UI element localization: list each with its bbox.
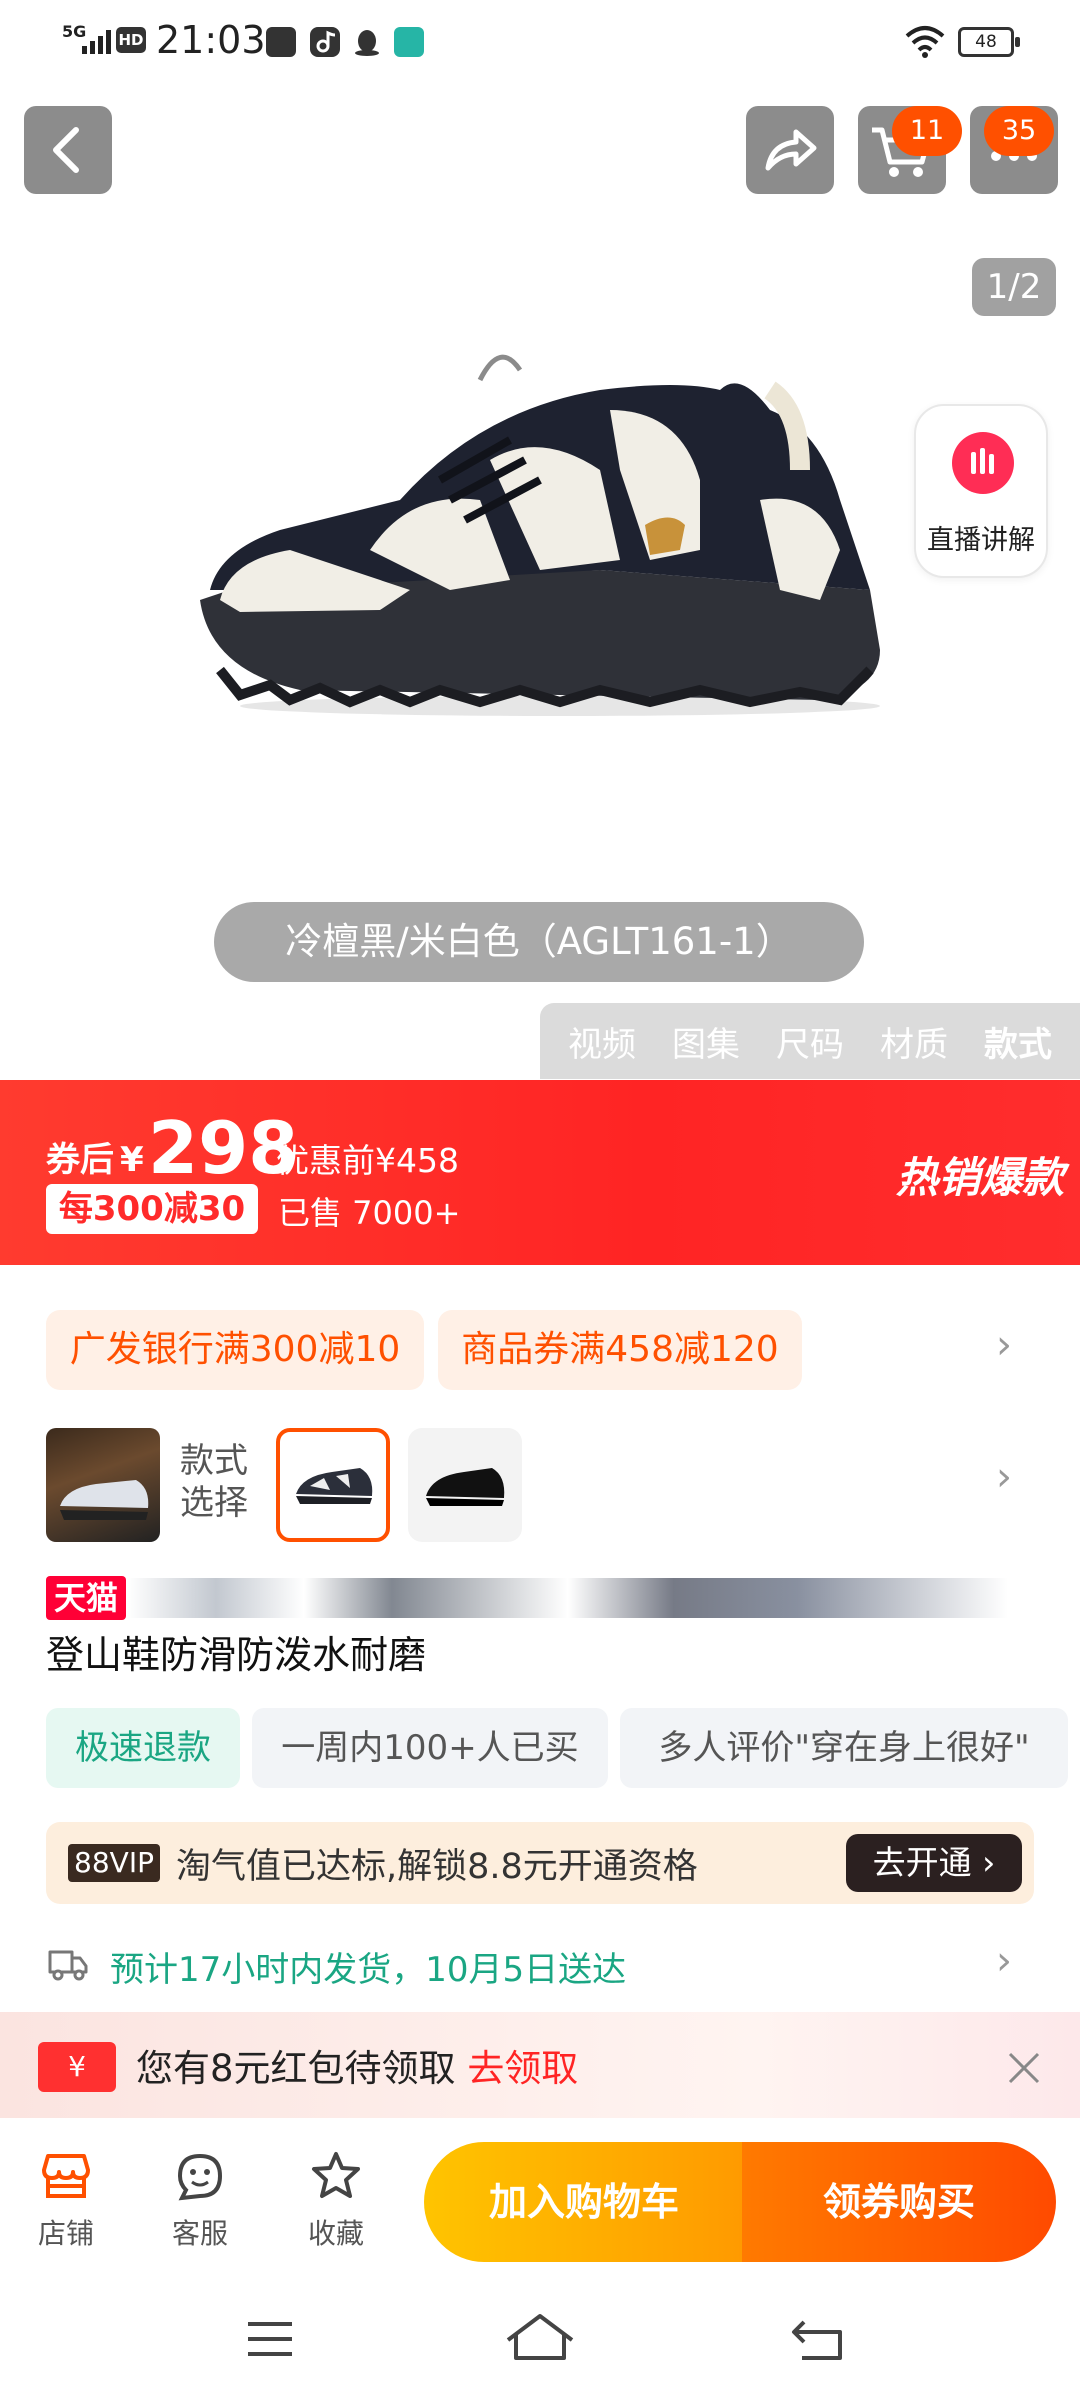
app-notification-icon (266, 27, 296, 57)
bank-coupon[interactable]: 广发银行满300减10 (46, 1310, 424, 1390)
vip-text: 淘气值已达标,解锁8.8元开通资格 (176, 1847, 698, 1887)
wifi-icon (905, 26, 945, 58)
claim-link[interactable]: 去领取 (467, 2047, 578, 2090)
red-packet-bar: ¥ 您有8元红包待领取 去领取 (0, 2012, 1080, 2118)
tab-size[interactable]: 尺码 (776, 1017, 844, 1066)
vip-logo: 88VIP (68, 1844, 160, 1882)
title-redacted-band (128, 1578, 1008, 1618)
vip-open-button[interactable]: 去开通 › (846, 1834, 1022, 1892)
promo-chip: 每300减30 (46, 1184, 258, 1234)
home-icon[interactable] (504, 2310, 576, 2366)
clock: 21:03 (156, 18, 266, 62)
shop-thumbnail[interactable] (46, 1428, 160, 1542)
tag-fast-refund: 极速退款 (46, 1708, 240, 1788)
style-select-label: 款式 选择 (180, 1441, 248, 1523)
tab-gallery[interactable]: 图集 (672, 1017, 740, 1066)
tag-weekly-buyers: 一周内100+人已买 (252, 1708, 608, 1788)
sold-count: 已售 7000+ (278, 1194, 461, 1232)
message-count-badge: 35 (984, 106, 1054, 156)
status-bar: 5G HD 21:03 48 (0, 0, 1080, 80)
red-envelope-icon: ¥ (38, 2042, 116, 2092)
qq-icon (355, 30, 379, 56)
media-tabs: 视频 图集 尺码 材质 款式 (540, 1003, 1080, 1079)
hot-label: 热销爆款 (896, 1153, 1065, 1202)
original-price: 优惠前¥458 (276, 1141, 459, 1180)
tag-reviews: 多人评价"穿在身上很好" (620, 1708, 1068, 1788)
shipping-chevron-icon[interactable]: › (996, 1938, 1012, 1984)
product-coupon[interactable]: 商品券满458减120 (438, 1310, 802, 1390)
style-option-black-white[interactable] (276, 1428, 390, 1542)
cart-count-badge: 11 (892, 106, 962, 156)
tab-material[interactable]: 材质 (880, 1017, 948, 1066)
signal-icon (82, 30, 111, 54)
back-nav-icon[interactable] (790, 2314, 846, 2364)
style-option-all-black[interactable] (408, 1428, 522, 1542)
coupon-buy-button[interactable]: 领券购买 (742, 2142, 1056, 2262)
music-app-icon (310, 27, 340, 57)
coupon-chevron-icon[interactable]: › (996, 1322, 1012, 1368)
share-icon (765, 129, 817, 171)
tab-style[interactable]: 款式 (984, 1017, 1052, 1066)
back-button[interactable] (24, 106, 112, 194)
hd-icon: HD (116, 27, 146, 53)
system-navigation-bar (0, 2290, 1080, 2408)
vip-banner: 88VIP 淘气值已达标,解锁8.8元开通资格 去开通 › (46, 1822, 1034, 1904)
bottom-action-bar: 店铺 客服 收藏 加入购物车 领券购买 (0, 2120, 1080, 2290)
live-label: 直播讲解 (927, 525, 1035, 556)
service-icon (177, 2153, 223, 2201)
favorite-button[interactable]: 收藏 (286, 2150, 386, 2252)
shipping-estimate[interactable]: 预计17小时内发货，10月5日送达 (110, 1942, 626, 1991)
customer-service-button[interactable]: 客服 (150, 2150, 250, 2252)
close-icon[interactable] (1006, 2050, 1042, 2086)
price-banner: 券后 ¥ 298 优惠前¥458 每300减30 已售 7000+ 热销爆款 (0, 1080, 1080, 1265)
truck-icon (48, 1950, 88, 1981)
color-name-pill: 冷檀黑/米白色（AGLT161-1） (214, 902, 864, 982)
live-icon (952, 432, 1014, 494)
share-button[interactable] (746, 106, 834, 194)
live-explain-button[interactable]: 直播讲解 (914, 404, 1048, 578)
add-to-cart-button[interactable]: 加入购物车 (424, 2142, 744, 2262)
product-image[interactable] (180, 350, 900, 730)
battery-indicator: 48 (958, 27, 1020, 57)
boss-app-icon (394, 27, 424, 57)
shop-button[interactable]: 店铺 (16, 2150, 116, 2252)
star-icon (312, 2152, 360, 2198)
product-title: 登山鞋防滑防泼水耐磨 (46, 1633, 427, 1677)
after-coupon-label: 券后 ¥ (46, 1140, 144, 1180)
shop-icon (42, 2154, 90, 2198)
red-packet-message: 您有8元红包待领取 去领取 (136, 2047, 579, 2090)
menu-icon[interactable] (244, 2314, 296, 2364)
back-arrow-icon (53, 127, 79, 173)
tmall-badge: 天猫 (46, 1576, 126, 1620)
tab-video[interactable]: 视频 (568, 1017, 636, 1066)
style-chevron-icon[interactable]: › (996, 1454, 1012, 1500)
image-counter: 1/2 (972, 258, 1056, 316)
